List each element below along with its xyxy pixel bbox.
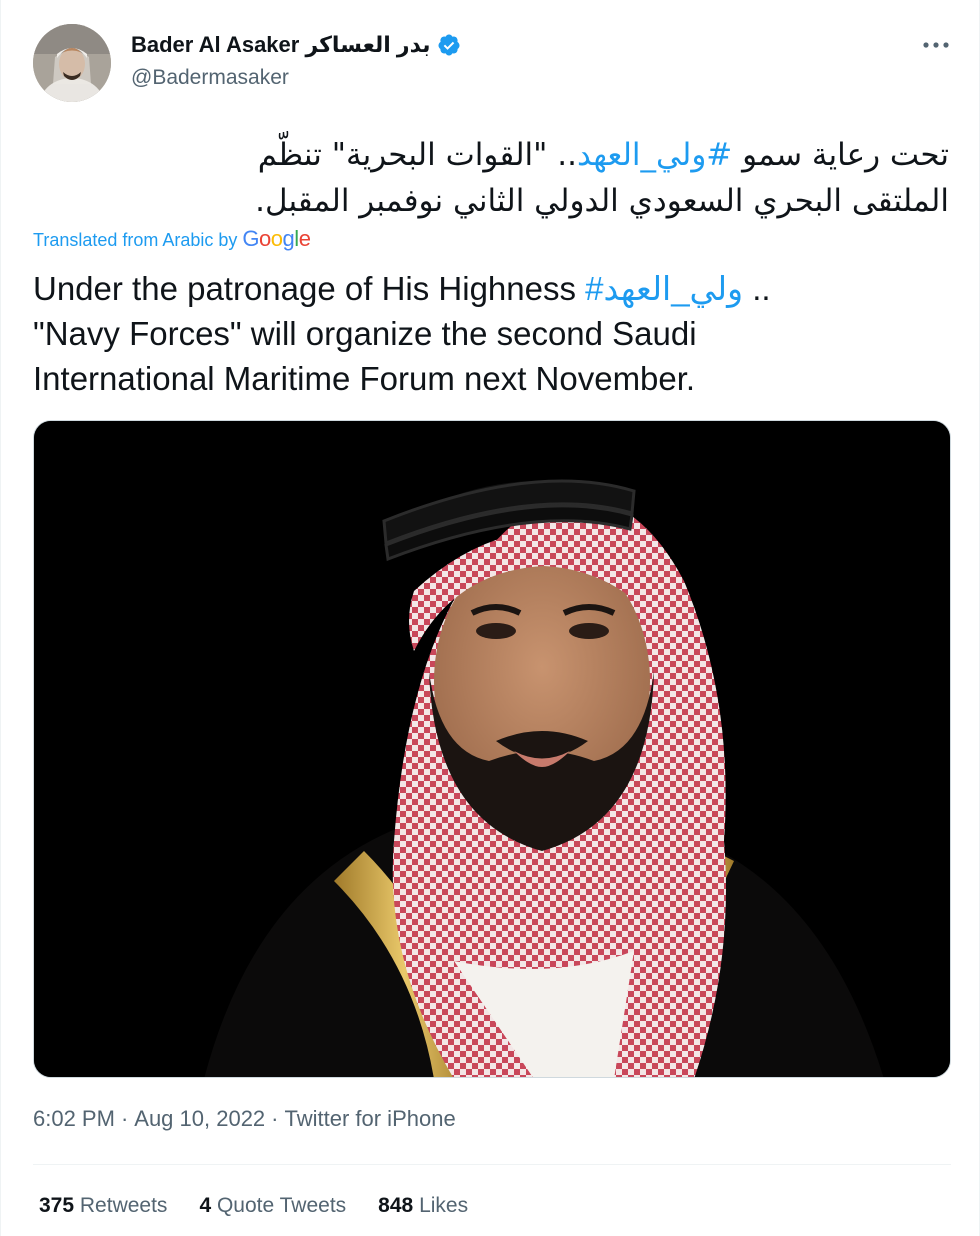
google-letter: o [270,226,283,251]
english-line-3: International Maritime Forum next Novemb… [33,360,696,397]
translation-attribution[interactable]: Translated from Arabic by Google [33,226,311,252]
portrait-image [34,421,950,1077]
arabic-line-2: الملتقى البحري السعودي الدولي الثاني نوف… [255,183,949,219]
tweet-source[interactable]: Twitter for iPhone [285,1106,456,1132]
google-letter: e [298,226,311,251]
retweets-count: 375 [39,1194,75,1217]
arabic-text-part: تحت رعاية سمو [732,137,949,173]
retweets-label: Retweets [79,1194,168,1217]
engagement-stats: 375 Retweets 4 Quote Tweets 848 Likes [39,1194,468,1218]
likes-stat[interactable]: 848 Likes [378,1194,468,1218]
translated-label: Translated from Arabic by [33,230,238,250]
english-hashtag-link[interactable]: #ولي_العهد [585,270,743,307]
tweet-media-photo[interactable] [33,420,951,1078]
quote-tweets-stat[interactable]: 4 Quote Tweets [199,1194,346,1218]
author-name-row[interactable]: Bader Al Asaker بدر العساكر [131,32,461,58]
arabic-line-1: تحت رعاية سمو #ولي_العهد.. "القوات البحر… [29,132,949,178]
retweets-stat[interactable]: 375 Retweets [39,1194,167,1218]
english-text-part: Under the patronage of His Highness [33,270,586,307]
english-text-part: .. [743,270,771,307]
google-letter: g [282,226,295,251]
tweet-text-arabic: تحت رعاية سمو #ولي_العهد.. "القوات البحر… [29,132,949,224]
english-line-1: Under the patronage of His Highness #ولي… [33,266,933,311]
quote-tweets-count: 4 [199,1194,212,1217]
arabic-text-part: .. "القوات البحرية" تنظّم [257,137,577,173]
tweet-date[interactable]: Aug 10, 2022 [134,1106,265,1132]
divider [33,1164,951,1165]
google-letter: o [259,226,271,251]
avatar-image [33,24,111,102]
likes-count: 848 [378,1194,414,1217]
tweet-text-english: Under the patronage of His Highness #ولي… [33,266,933,401]
google-logo: Google [242,226,311,252]
verified-badge-icon [437,33,461,57]
author-display-name[interactable]: Bader Al Asaker بدر العساكر [131,32,431,58]
likes-label: Likes [419,1194,469,1217]
meta-separator: · [271,1106,279,1131]
quote-tweets-label: Quote Tweets [216,1194,347,1217]
english-line-2: "Navy Forces" will organize the second S… [33,315,697,352]
more-options-icon[interactable] [919,30,953,60]
arabic-hashtag-link[interactable]: #ولي_العهد [577,137,732,173]
author-handle[interactable]: @Badermasaker [131,66,289,90]
tweet-card: Bader Al Asaker بدر العساكر @Badermasake… [0,0,980,1236]
profile-avatar[interactable] [33,24,111,102]
google-letter: G [242,226,260,251]
tweet-metadata: 6:02 PM · Aug 10, 2022 · Twitter for iPh… [33,1106,456,1132]
meta-separator: · [120,1106,129,1131]
tweet-time[interactable]: 6:02 PM [33,1106,115,1132]
